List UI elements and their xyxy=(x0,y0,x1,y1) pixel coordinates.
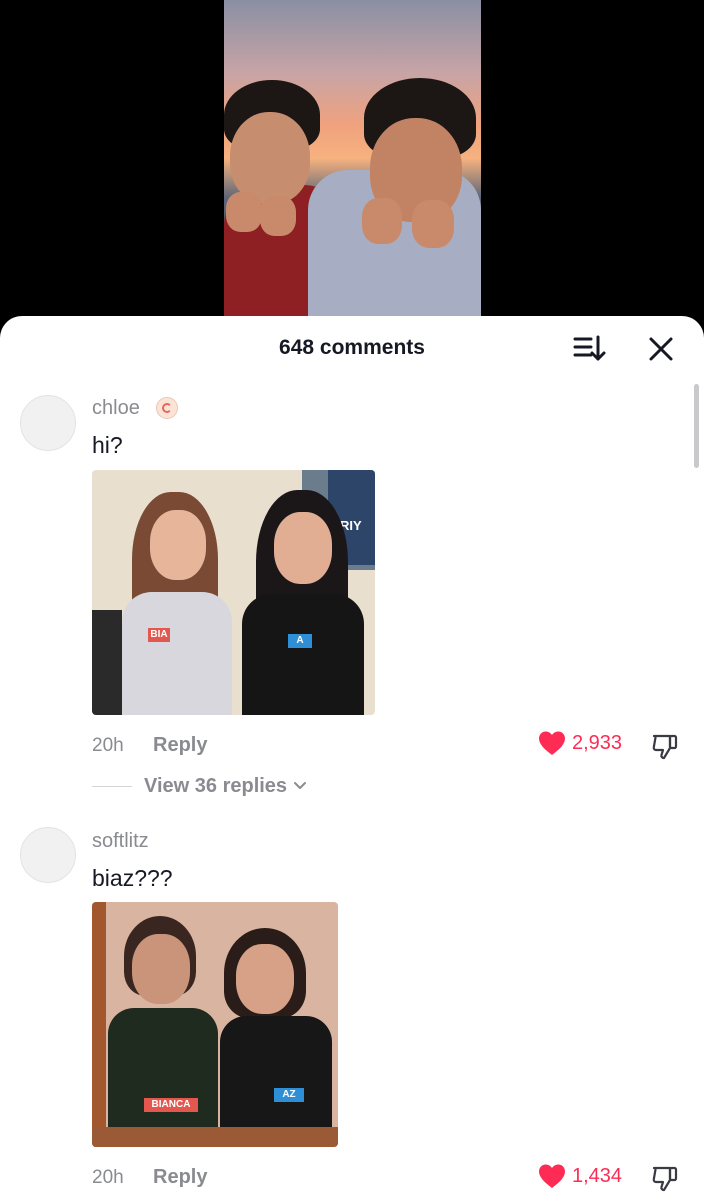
photo-name-tag: BIA xyxy=(148,628,170,642)
comments-sheet: 648 comments chloe hi? RIY BIA A 20h Rep… xyxy=(0,316,704,1200)
comment-time: 20h xyxy=(92,1167,124,1188)
comment-text: hi? xyxy=(92,432,123,458)
comment-time: 20h xyxy=(92,735,124,756)
like-button[interactable]: 1,434 xyxy=(538,1163,622,1189)
reply-button[interactable]: Reply xyxy=(153,1166,207,1189)
comment-photo[interactable]: RIY BIA A xyxy=(92,470,375,715)
video-person-right xyxy=(308,0,481,330)
comment-username[interactable]: softlitz xyxy=(92,830,149,853)
reply-button[interactable]: Reply xyxy=(153,734,207,757)
dislike-button[interactable] xyxy=(650,1163,680,1193)
comment-item: chloe hi? RIY BIA A 20h Reply 2,933 View… xyxy=(0,316,704,816)
video-player[interactable] xyxy=(0,0,704,330)
like-button[interactable]: 2,933 xyxy=(538,730,622,756)
photo-person-left: BIA xyxy=(112,492,242,715)
photo-person-right: AZ xyxy=(216,928,338,1127)
photo-name-tag: A xyxy=(288,634,312,648)
like-count: 2,933 xyxy=(572,731,623,754)
photo-person-left: BIANCA xyxy=(106,916,226,1127)
photo-name-tag: AZ xyxy=(274,1088,304,1102)
photo-person-right: A xyxy=(238,490,368,715)
avatar[interactable] xyxy=(20,827,76,883)
chevron-down-icon xyxy=(294,782,307,789)
comment-item: softlitz biaz??? BIANCA AZ 20h Reply 1,4… xyxy=(0,816,704,1200)
thumbs-down-icon xyxy=(652,734,678,760)
like-count: 1,434 xyxy=(572,1164,623,1187)
dislike-button[interactable] xyxy=(650,731,680,761)
photo-name-tag: BIANCA xyxy=(144,1098,198,1112)
video-frame xyxy=(224,0,481,330)
avatar[interactable] xyxy=(20,395,76,451)
divider xyxy=(92,785,132,787)
comment-username[interactable]: chloe xyxy=(92,397,140,420)
heart-icon xyxy=(539,731,565,755)
thumbs-down-icon xyxy=(652,1166,678,1192)
comment-text: biaz??? xyxy=(92,865,173,891)
heart-icon xyxy=(539,1164,565,1188)
view-replies-button[interactable]: View 36 replies xyxy=(92,773,308,799)
badge-icon xyxy=(156,397,178,419)
view-replies-label: View 36 replies xyxy=(144,774,288,797)
comment-photo[interactable]: BIANCA AZ xyxy=(92,902,338,1147)
